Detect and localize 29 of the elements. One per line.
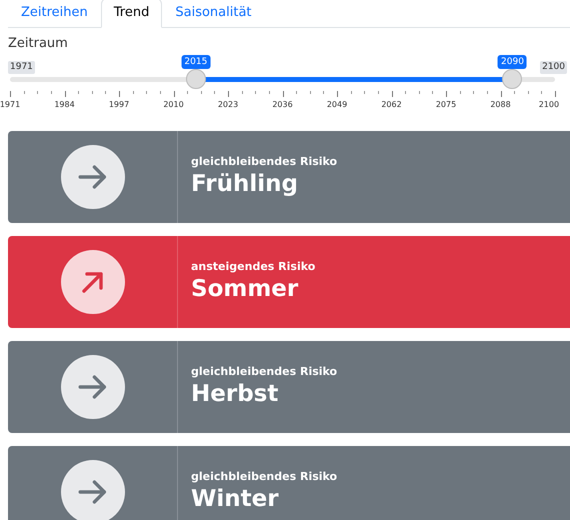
tick-label: 1984 bbox=[54, 99, 75, 111]
risk-label: ansteigendes Risiko bbox=[191, 258, 316, 275]
tick-label: 2075 bbox=[436, 99, 456, 111]
risk-label: gleichbleibendes Risiko bbox=[191, 154, 338, 170]
tick-label: 2062 bbox=[381, 99, 402, 111]
tick-label: 2023 bbox=[218, 99, 238, 111]
tick-label: 2100 bbox=[538, 99, 560, 111]
max-label: 2100 bbox=[540, 61, 567, 74]
season-title: Winter bbox=[191, 485, 280, 514]
risk-label: gleichbleibendes Risiko bbox=[191, 364, 338, 380]
slider-handle[interactable] bbox=[502, 69, 522, 89]
slider-label: Zeitraum bbox=[8, 34, 69, 52]
tick-label: 2010 bbox=[163, 99, 184, 111]
tick-label: 1997 bbox=[108, 99, 130, 111]
tick-label: 2049 bbox=[326, 99, 348, 111]
tab[interactable]: Trend bbox=[100, 0, 162, 28]
tab[interactable]: Saisonalität bbox=[162, 0, 265, 28]
tick-label: 2088 bbox=[490, 99, 511, 111]
tick-label: 2036 bbox=[272, 99, 293, 111]
season-title: Sommer bbox=[191, 275, 300, 304]
min-label: 1971 bbox=[8, 61, 35, 74]
season-title: Frühling bbox=[191, 170, 299, 200]
slider-handle[interactable] bbox=[186, 69, 206, 89]
handle-value: 2090 bbox=[498, 55, 527, 69]
tick-label: 1971 bbox=[0, 99, 20, 111]
tab[interactable]: Zeitreihen bbox=[8, 0, 101, 28]
handle-value: 2015 bbox=[181, 55, 210, 69]
season-title: Herbst bbox=[191, 380, 280, 410]
risk-label: gleichbleibendes Risiko bbox=[191, 468, 338, 485]
